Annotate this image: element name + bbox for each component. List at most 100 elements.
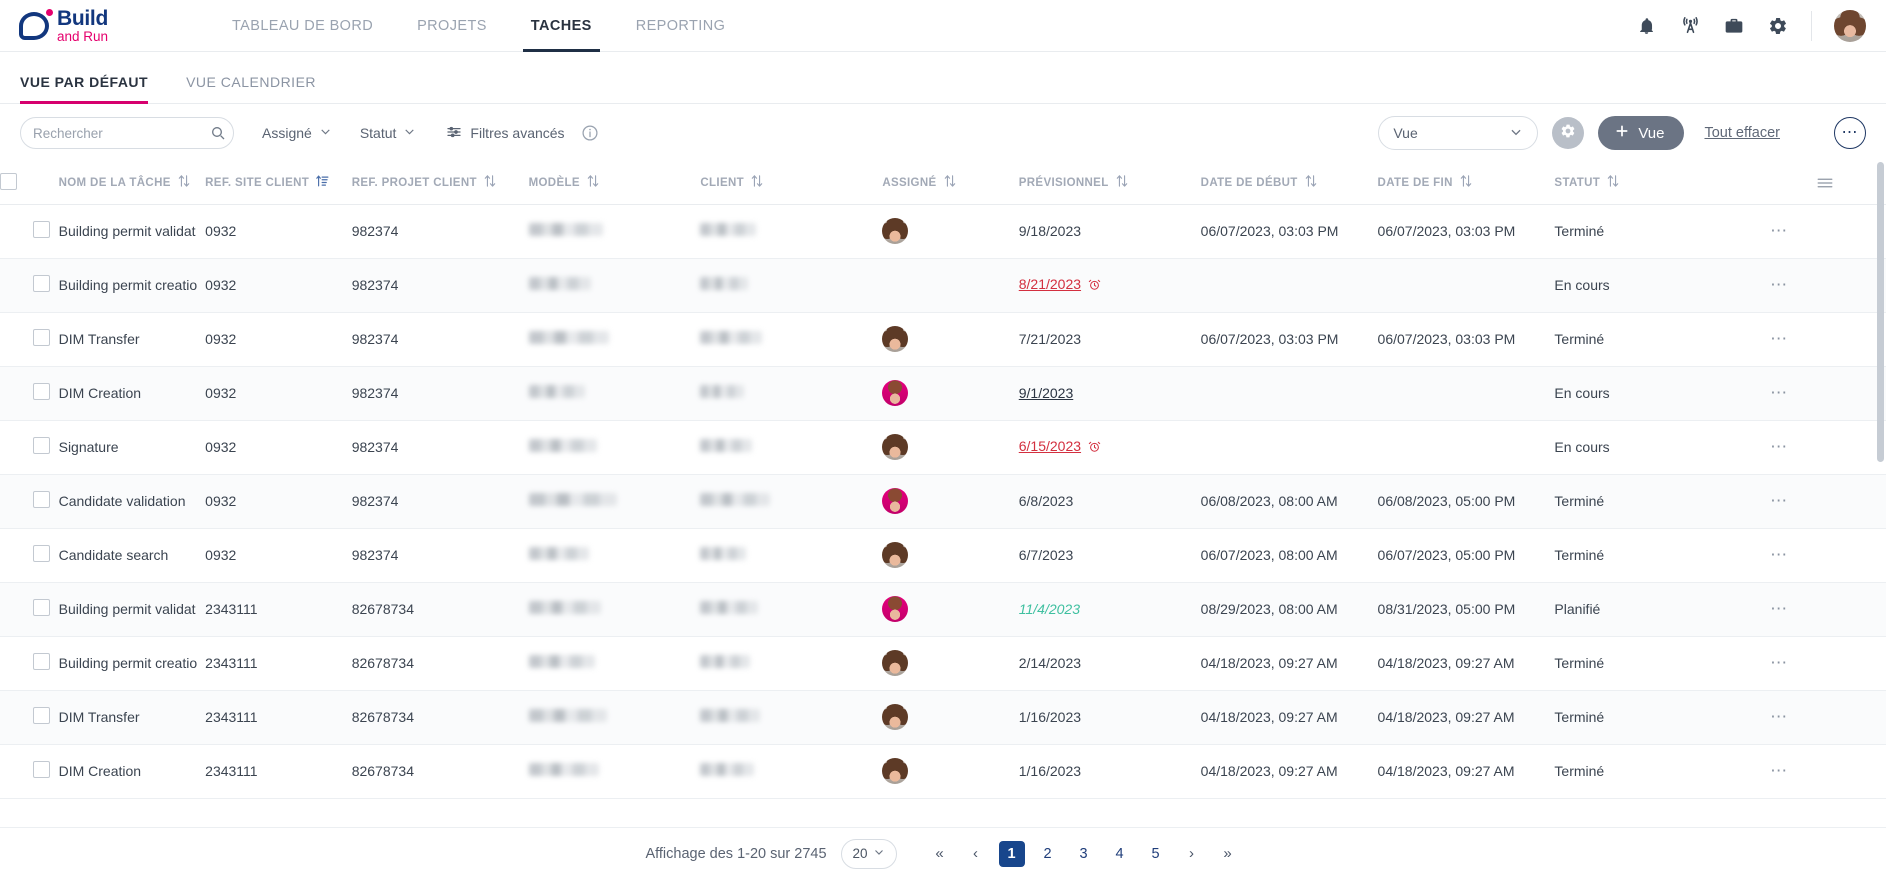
sort-icon[interactable] xyxy=(944,174,956,191)
page-button-1[interactable]: 1 xyxy=(998,840,1025,867)
nav-item-reporting[interactable]: REPORTING xyxy=(614,0,748,52)
more-options-button[interactable]: ⋯ xyxy=(1834,117,1866,149)
table-row[interactable]: DIM Creation 2343111 82678734 1/16/2023 04/1… xyxy=(0,744,1886,798)
header-date-de-fin[interactable]: DATE DE FIN xyxy=(1377,162,1555,205)
sort-icon[interactable] xyxy=(1460,174,1472,191)
page-button-4[interactable]: 4 xyxy=(1107,841,1133,867)
page-size-select[interactable]: 20 xyxy=(840,838,897,869)
filter-assigned-dropdown[interactable]: Assigné xyxy=(262,125,332,141)
row-actions-button[interactable]: ⋯ xyxy=(1770,221,1789,240)
table-row[interactable]: Candidate validation 0932 982374 6/8/2023 06… xyxy=(0,474,1886,528)
row-checkbox[interactable] xyxy=(33,761,50,778)
last-page-button[interactable]: » xyxy=(1215,841,1241,867)
sort-icon[interactable] xyxy=(1116,174,1128,191)
clear-all-link[interactable]: Tout effacer xyxy=(1704,125,1780,141)
header-date-de-debut[interactable]: DATE DE DÉBUT xyxy=(1200,162,1378,205)
header-client[interactable]: CLIENT xyxy=(700,162,883,205)
briefcase-icon[interactable] xyxy=(1723,15,1745,37)
table-scrollbar[interactable] xyxy=(1877,162,1884,774)
search-icon[interactable] xyxy=(210,125,226,141)
row-actions-button[interactable]: ⋯ xyxy=(1770,653,1789,672)
search-input[interactable] xyxy=(33,125,210,141)
scrollbar-thumb[interactable] xyxy=(1877,162,1884,462)
sort-icon[interactable] xyxy=(484,174,496,191)
page-button-2[interactable]: 2 xyxy=(1035,841,1061,867)
assignee-avatar[interactable] xyxy=(882,434,909,460)
forecast-date-link[interactable]: 9/1/2023 xyxy=(1019,385,1074,401)
app-logo[interactable]: Build and Run xyxy=(0,8,200,44)
row-actions-button[interactable]: ⋯ xyxy=(1770,383,1789,402)
header-ref-projet-client[interactable]: REF. PROJET CLIENT xyxy=(351,162,529,205)
page-button-3[interactable]: 3 xyxy=(1071,841,1097,867)
table-row[interactable]: Building permit creatio 2343111 82678734 2/… xyxy=(0,636,1886,690)
assignee-avatar[interactable] xyxy=(882,704,909,730)
forecast-date-overdue[interactable]: 6/15/2023 xyxy=(1019,438,1081,454)
table-row[interactable]: DIM Transfer 0932 982374 7/21/2023 06/07/202… xyxy=(0,312,1886,366)
row-actions-button[interactable]: ⋯ xyxy=(1770,599,1789,618)
row-checkbox[interactable] xyxy=(33,437,50,454)
row-actions-button[interactable]: ⋯ xyxy=(1770,545,1789,564)
bell-icon[interactable] xyxy=(1635,15,1657,37)
assignee-avatar[interactable] xyxy=(882,218,909,244)
row-checkbox[interactable] xyxy=(33,329,50,346)
search-box[interactable] xyxy=(20,117,234,149)
assignee-avatar[interactable] xyxy=(882,650,909,676)
sort-icon[interactable] xyxy=(587,174,599,191)
hamburger-icon[interactable] xyxy=(1716,176,1886,190)
sort-active-icon[interactable] xyxy=(316,174,329,191)
nav-item-tableau-de-bord[interactable]: TABLEAU DE BORD xyxy=(210,0,395,52)
gear-icon[interactable] xyxy=(1767,15,1789,37)
header-ref-site-client[interactable]: REF. SITE CLIENT xyxy=(205,162,352,205)
assignee-avatar[interactable] xyxy=(882,542,909,568)
row-checkbox[interactable] xyxy=(33,653,50,670)
prev-page-button[interactable]: ‹ xyxy=(963,841,989,867)
row-actions-button[interactable]: ⋯ xyxy=(1770,329,1789,348)
table-row[interactable]: Building permit creatio 0932 982374 8/21/20… xyxy=(0,258,1886,312)
assignee-avatar[interactable] xyxy=(882,380,909,406)
header-modele[interactable]: MODÈLE xyxy=(528,162,701,205)
assignee-avatar[interactable] xyxy=(882,326,909,352)
broadcast-icon[interactable] xyxy=(1679,15,1701,37)
row-actions-button[interactable]: ⋯ xyxy=(1770,761,1789,780)
info-icon[interactable] xyxy=(581,124,599,142)
forecast-date-overdue[interactable]: 8/21/2023 xyxy=(1019,276,1081,292)
sort-icon[interactable] xyxy=(178,174,190,191)
user-avatar[interactable] xyxy=(1834,9,1866,42)
row-checkbox[interactable] xyxy=(33,275,50,292)
row-actions-button[interactable]: ⋯ xyxy=(1770,491,1789,510)
view-select[interactable]: Vue xyxy=(1378,116,1539,150)
header-column-options[interactable] xyxy=(1716,162,1886,205)
assignee-avatar[interactable] xyxy=(882,596,909,622)
row-checkbox[interactable] xyxy=(33,707,50,724)
row-checkbox[interactable] xyxy=(33,383,50,400)
row-checkbox[interactable] xyxy=(33,491,50,508)
next-page-button[interactable]: › xyxy=(1179,841,1205,867)
assignee-avatar[interactable] xyxy=(882,758,909,784)
row-actions-button[interactable]: ⋯ xyxy=(1770,707,1789,726)
tab-vue-par-defaut[interactable]: VUE PAR DÉFAUT xyxy=(20,74,166,104)
nav-item-taches[interactable]: TACHES xyxy=(509,0,614,52)
header-statut[interactable]: STATUT xyxy=(1554,162,1717,205)
tab-vue-calendrier[interactable]: VUE CALENDRIER xyxy=(186,74,334,103)
row-checkbox[interactable] xyxy=(33,545,50,562)
row-checkbox[interactable] xyxy=(33,221,50,238)
view-settings-button[interactable] xyxy=(1552,117,1585,149)
sort-icon[interactable] xyxy=(1607,174,1619,191)
page-button-5[interactable]: 5 xyxy=(1143,841,1169,867)
table-row[interactable]: Building permit validat 0932 982374 9/18/20… xyxy=(0,204,1886,258)
first-page-button[interactable]: « xyxy=(927,841,953,867)
row-actions-button[interactable]: ⋯ xyxy=(1770,437,1789,456)
header-assigne[interactable]: ASSIGNÉ xyxy=(882,162,1019,205)
select-all-checkbox[interactable] xyxy=(0,172,17,190)
nav-item-projets[interactable]: PROJETS xyxy=(395,0,509,52)
header-previsionnel[interactable]: PRÉVISIONNEL xyxy=(1018,162,1201,205)
filter-status-dropdown[interactable]: Statut xyxy=(360,125,417,141)
header-nom-de-la-tache[interactable]: NOM DE LA TÂCHE xyxy=(58,162,206,205)
advanced-filters-button[interactable]: Filtres avancés xyxy=(446,124,565,143)
table-row[interactable]: Building permit validat 2343111 82678734 11… xyxy=(0,582,1886,636)
sort-icon[interactable] xyxy=(751,174,763,191)
table-row[interactable]: Signature 0932 982374 6/15/2023 En cours ⋯ xyxy=(0,420,1886,474)
table-row[interactable]: Candidate search 0932 982374 6/7/2023 06/07/… xyxy=(0,528,1886,582)
add-view-button[interactable]: Vue xyxy=(1598,116,1685,150)
table-row[interactable]: DIM Transfer 2343111 82678734 1/16/2023 04/1… xyxy=(0,690,1886,744)
